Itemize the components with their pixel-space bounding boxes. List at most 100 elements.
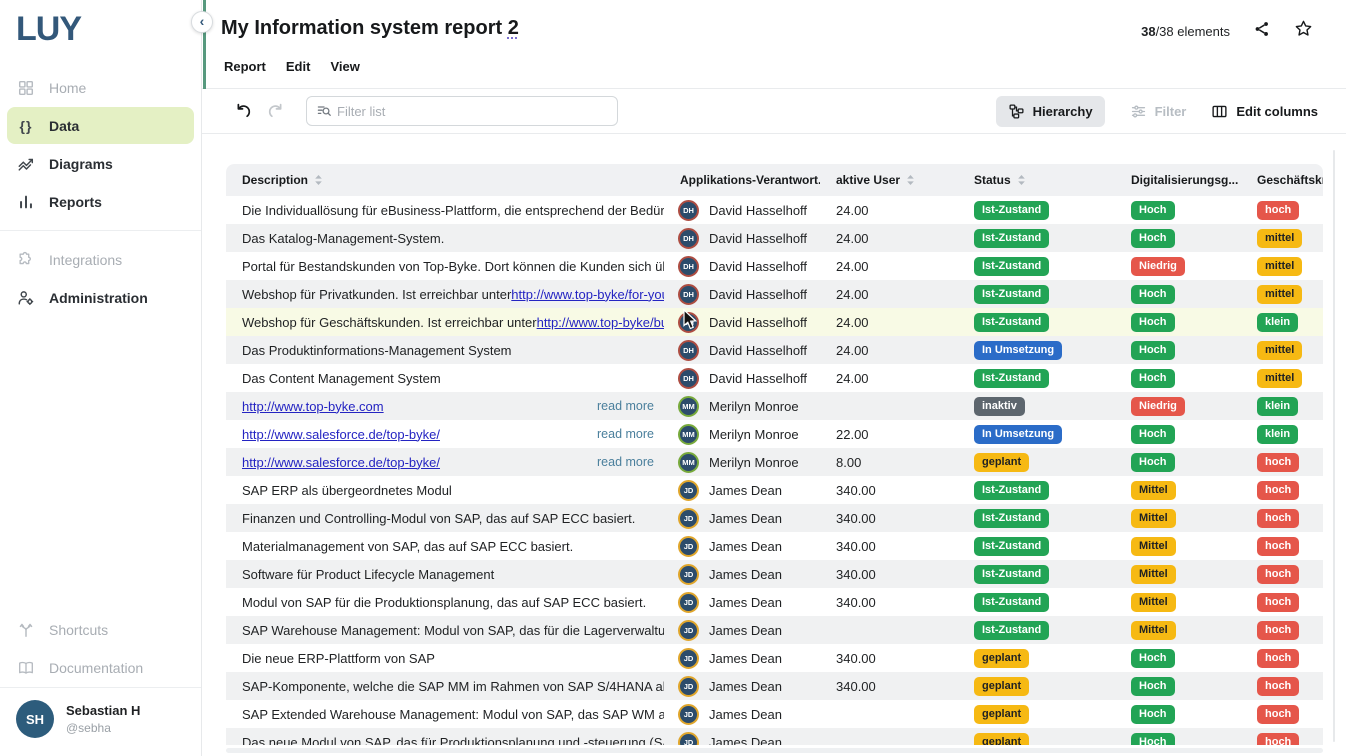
description-link[interactable]: http://www.salesforce.de/top-byke/: [242, 455, 440, 470]
sidebar-item-home[interactable]: Home: [7, 69, 194, 106]
table-row[interactable]: SAP-Komponente, welche die SAP MM im Rah…: [226, 672, 1323, 700]
table-row[interactable]: Portal für Bestandskunden von Top-Byke. …: [226, 252, 1323, 280]
avatar: JD: [678, 536, 699, 557]
table-row[interactable]: Software für Product Lifecycle Managemen…: [226, 560, 1323, 588]
menu-item-edit[interactable]: Edit: [286, 59, 311, 74]
table-row[interactable]: http://www.salesforce.de/top-byke/read m…: [226, 420, 1323, 448]
undo-button[interactable]: [234, 102, 253, 121]
cell-status: inaktiv: [958, 392, 1115, 420]
table-row[interactable]: http://www.top-byke.comread moreMMMerily…: [226, 392, 1323, 420]
star-icon: [1294, 19, 1313, 43]
vertical-scrollbar[interactable]: [1333, 150, 1335, 742]
description-link[interactable]: http://www.top-byke/business/: [537, 315, 664, 330]
column-header-digitalisierungsg---[interactable]: Digitalisierungsg...: [1115, 164, 1241, 196]
menu-item-view[interactable]: View: [330, 59, 359, 74]
redo-button[interactable]: [266, 102, 285, 121]
cell-description: Das Produktinformations-Management Syste…: [226, 336, 664, 364]
hierarchy-button[interactable]: Hierarchy: [996, 96, 1105, 127]
page-header: My Information system report 2 ReportEdi…: [202, 0, 1346, 89]
status-badge: hoch: [1257, 705, 1299, 724]
sidebar-item-data[interactable]: {}Data: [7, 107, 194, 144]
avatar: DH: [678, 340, 699, 361]
owner-name: David Hasselhoff: [709, 231, 807, 246]
column-header-applikations-verantwort---[interactable]: Applikations-Verantwort...: [664, 164, 820, 196]
menu-item-report[interactable]: Report: [224, 59, 266, 74]
cell-digitalization: Hoch: [1115, 728, 1241, 745]
filter-list-input[interactable]: [337, 104, 608, 119]
cell-digitalization: Hoch: [1115, 644, 1241, 672]
table-row[interactable]: Materialmanagement von SAP, das auf SAP …: [226, 532, 1323, 560]
table-row[interactable]: Webshop für Privatkunden. Ist erreichbar…: [226, 280, 1323, 308]
description-link[interactable]: http://www.top-byke/for-you/: [511, 287, 664, 302]
cell-criticality: klein: [1241, 308, 1323, 336]
cell-criticality: hoch: [1241, 196, 1323, 224]
avatar: JD: [678, 592, 699, 613]
cell-description: Software für Product Lifecycle Managemen…: [226, 560, 664, 588]
user-account[interactable]: SH Sebastian H @sebha: [0, 687, 201, 756]
cell-criticality: mittel: [1241, 252, 1323, 280]
status-badge: Niedrig: [1131, 397, 1185, 416]
table-row[interactable]: SAP ERP als übergeordnetes ModulJDJames …: [226, 476, 1323, 504]
status-badge: geplant: [974, 705, 1029, 724]
sidebar-item-shortcuts[interactable]: Shortcuts: [7, 611, 194, 648]
share-button[interactable]: [1253, 20, 1271, 43]
status-badge: hoch: [1257, 677, 1299, 696]
table-row[interactable]: Modul von SAP für die Produktionsplanung…: [226, 588, 1323, 616]
status-badge: inaktiv: [974, 397, 1025, 416]
horizontal-scrollbar[interactable]: [226, 748, 1323, 753]
column-header-aktive-user[interactable]: aktive User: [820, 164, 958, 196]
cell-criticality: hoch: [1241, 700, 1323, 728]
cell-active-users: [820, 392, 958, 420]
sidebar-item-documentation[interactable]: Documentation: [7, 649, 194, 686]
status-badge: Ist-Zustand: [974, 565, 1049, 584]
sidebar-item-reports[interactable]: Reports: [7, 183, 194, 220]
table-row[interactable]: Die neue ERP-Plattform von SAPJDJames De…: [226, 644, 1323, 672]
sidebar-item-diagrams[interactable]: Diagrams: [7, 145, 194, 182]
table-row[interactable]: Webshop für Geschäftskunden. Ist erreich…: [226, 308, 1323, 336]
table-row[interactable]: Das Katalog-Management-System.DHDavid Ha…: [226, 224, 1323, 252]
favorite-button[interactable]: [1294, 19, 1313, 43]
table-row[interactable]: Das neue Modul von SAP, das für Produkti…: [226, 728, 1323, 745]
description-text: SAP-Komponente, welche die SAP MM im Rah…: [242, 679, 664, 694]
status-badge: Ist-Zustand: [974, 285, 1049, 304]
read-more-link[interactable]: read more: [597, 427, 664, 441]
sidebar-item-integrations[interactable]: Integrations: [7, 241, 194, 278]
description-link[interactable]: http://www.top-byke.com: [242, 399, 384, 414]
status-badge: In Umsetzung: [974, 425, 1062, 444]
cell-digitalization: Hoch: [1115, 196, 1241, 224]
column-label: Applikations-Verantwort...: [680, 173, 820, 187]
column-header-status[interactable]: Status: [958, 164, 1115, 196]
cell-criticality: klein: [1241, 420, 1323, 448]
status-badge: klein: [1257, 313, 1298, 332]
status-badge: geplant: [974, 733, 1029, 746]
edit-columns-button[interactable]: Edit columns: [1211, 103, 1318, 120]
table-row[interactable]: Das Content Management SystemDHDavid Has…: [226, 364, 1323, 392]
read-more-link[interactable]: read more: [597, 399, 664, 413]
table-row[interactable]: SAP Warehouse Management: Modul von SAP,…: [226, 616, 1323, 644]
cell-status: Ist-Zustand: [958, 476, 1115, 504]
table-row[interactable]: Die Individuallösung für eBusiness-Platt…: [226, 196, 1323, 224]
cell-description: Die neue ERP-Plattform von SAP: [226, 644, 664, 672]
column-header-gesch-ftskritik[interactable]: Geschäftskritik: [1241, 164, 1323, 196]
status-badge: Hoch: [1131, 201, 1175, 220]
column-header-description[interactable]: Description: [226, 164, 664, 196]
cell-description: Modul von SAP für die Produktionsplanung…: [226, 588, 664, 616]
filter-button[interactable]: Filter: [1130, 103, 1187, 120]
cell-active-users: 340.00: [820, 504, 958, 532]
sidebar-item-administration[interactable]: Administration: [7, 279, 194, 316]
table-row[interactable]: Finanzen und Controlling-Modul von SAP, …: [226, 504, 1323, 532]
owner-name: Merilyn Monroe: [709, 427, 799, 442]
cell-owner: DHDavid Hasselhoff: [664, 336, 820, 364]
table-row[interactable]: SAP Extended Warehouse Management: Modul…: [226, 700, 1323, 728]
description-link[interactable]: http://www.salesforce.de/top-byke/: [242, 427, 440, 442]
sidebar-collapse-button[interactable]: ‹: [191, 11, 213, 33]
status-badge: hoch: [1257, 565, 1299, 584]
read-more-link[interactable]: read more: [597, 455, 664, 469]
table-row[interactable]: http://www.salesforce.de/top-byke/read m…: [226, 448, 1323, 476]
table-row[interactable]: Das Produktinformations-Management Syste…: [226, 336, 1323, 364]
cell-description: http://www.top-byke.com read more: [226, 392, 664, 420]
avatar: DH: [678, 284, 699, 305]
status-badge: Hoch: [1131, 677, 1175, 696]
user-name: Sebastian H: [66, 703, 140, 718]
cell-digitalization: Hoch: [1115, 448, 1241, 476]
